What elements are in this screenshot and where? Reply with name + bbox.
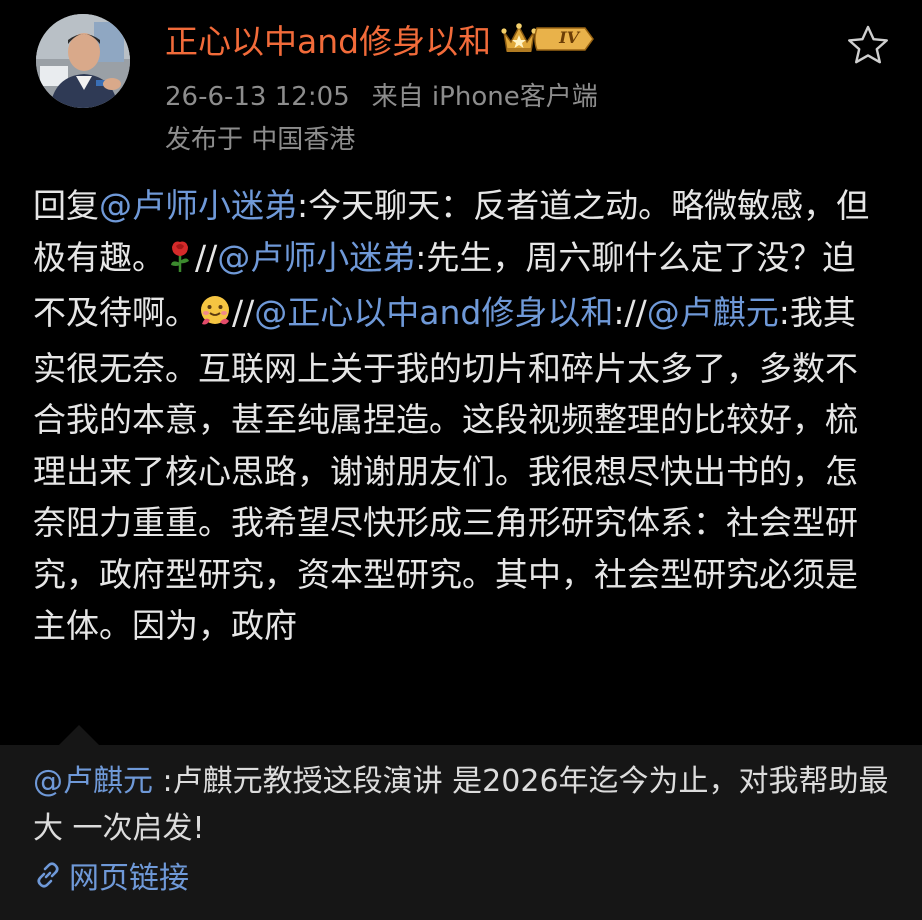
post-location: 发布于 中国香港	[165, 125, 356, 155]
mention-link[interactable]: @正心以中and修身以和	[254, 293, 613, 332]
body-text: :我其实很无奈。互联网上关于我的切片和碎片太多了，多数不合我的本意，甚至纯属捏造…	[33, 293, 858, 645]
mention-link[interactable]: @卢师小迷弟	[217, 238, 415, 277]
link-icon	[33, 860, 63, 890]
web-link[interactable]: 网页链接	[33, 853, 189, 897]
level-badge: IV	[533, 26, 595, 52]
body-text: //	[232, 293, 255, 332]
post-source: 来自 iPhone客户端	[371, 82, 598, 112]
post-timestamp: 26-6-13 12:05	[165, 82, 350, 112]
body-text: //	[195, 237, 218, 277]
star-outline-icon[interactable]	[846, 24, 890, 66]
rose-emoji-icon	[165, 236, 195, 288]
body-text: 回复	[33, 186, 99, 225]
crown-icon	[501, 22, 537, 56]
quoted-mention-link[interactable]: @卢麒元	[33, 764, 153, 799]
quote-pointer	[59, 725, 99, 745]
weibo-post-card: 正心以中and修身以和 IV 26-6-13 12:05 来自 iPhone客户端…	[0, 0, 922, 725]
author-avatar[interactable]	[36, 14, 130, 108]
author-name-row: 正心以中and修身以和 IV	[165, 16, 595, 62]
web-link-label[interactable]: 网页链接	[69, 853, 189, 897]
mention-link[interactable]: @卢麒元	[647, 293, 779, 332]
author-name[interactable]: 正心以中and修身以和	[165, 15, 491, 63]
level-badge-text: IV	[559, 28, 580, 47]
body-text: ://	[613, 293, 647, 332]
post-meta: 26-6-13 12:05 来自 iPhone客户端	[165, 76, 598, 113]
quoted-text: :卢麒元教授这段演讲 是2026年迄今为止，对我帮助最大 一次启发!	[33, 764, 889, 846]
quoted-post-text: @卢麒元 :卢麒元教授这段演讲 是2026年迄今为止，对我帮助最大 一次启发!	[33, 758, 893, 852]
user-avatar-image	[36, 14, 130, 108]
hug-face-emoji-icon	[198, 291, 232, 343]
post-body: 回复@卢师小迷弟:今天聊天：反者道之动。略微敏感，但极有趣。//@卢师小迷弟:先…	[33, 180, 883, 652]
mention-link[interactable]: @卢师小迷弟	[99, 186, 297, 225]
